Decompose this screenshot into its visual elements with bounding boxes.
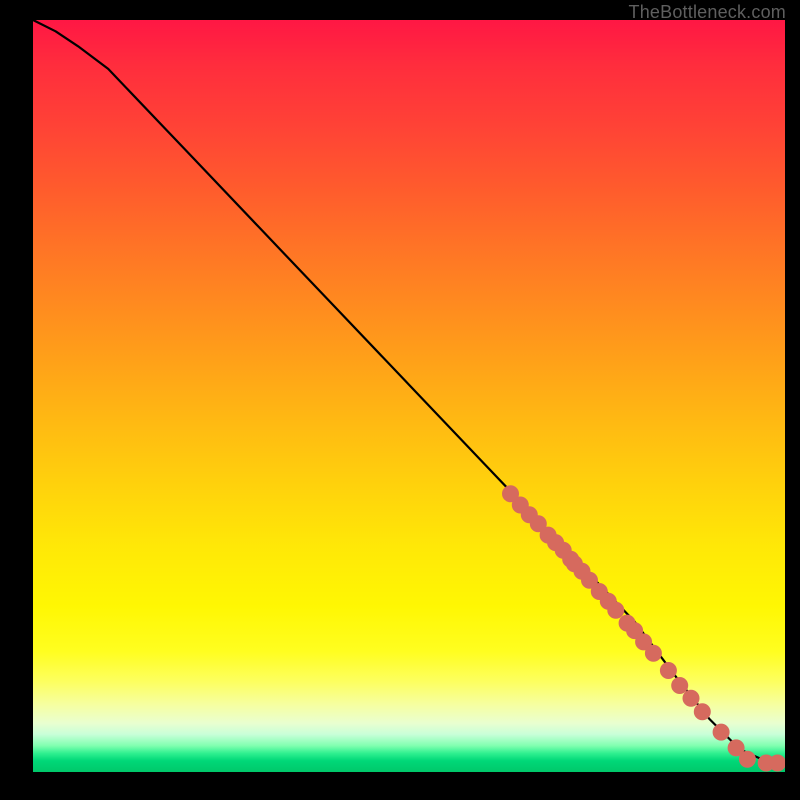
data-points (503, 486, 786, 771)
data-point (608, 602, 624, 618)
data-point (770, 755, 786, 771)
data-point (672, 678, 688, 694)
credit-text: TheBottleneck.com (629, 2, 786, 23)
plot-area (33, 20, 785, 772)
data-point (660, 663, 676, 679)
data-point (739, 751, 755, 767)
bottleneck-curve (33, 20, 785, 763)
chart-overlay (33, 20, 785, 772)
data-point (713, 724, 729, 740)
chart-container: TheBottleneck.com (0, 0, 800, 800)
data-point (694, 704, 710, 720)
data-point (683, 690, 699, 706)
data-point (645, 645, 661, 661)
